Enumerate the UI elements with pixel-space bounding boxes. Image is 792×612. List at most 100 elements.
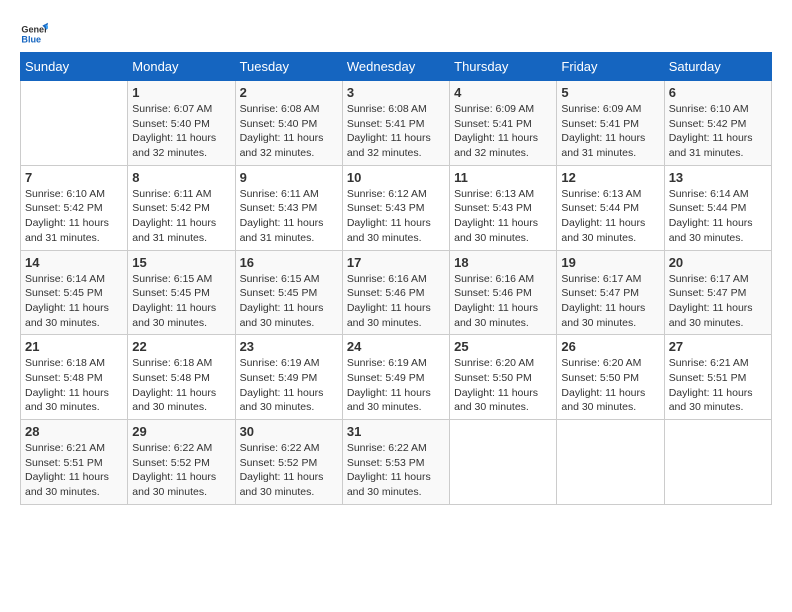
calendar-cell: 9 Sunrise: 6:11 AMSunset: 5:43 PMDaylight… [235, 165, 342, 250]
day-number: 7 [25, 170, 123, 185]
day-info: Sunrise: 6:21 AMSunset: 5:51 PMDaylight:… [25, 441, 123, 500]
page-header: General Blue [20, 20, 772, 48]
calendar-cell: 8 Sunrise: 6:11 AMSunset: 5:42 PMDaylight… [128, 165, 235, 250]
weekday-header-wednesday: Wednesday [342, 53, 449, 81]
day-number: 26 [561, 339, 659, 354]
weekday-header-friday: Friday [557, 53, 664, 81]
day-info: Sunrise: 6:19 AMSunset: 5:49 PMDaylight:… [240, 356, 338, 415]
day-info: Sunrise: 6:22 AMSunset: 5:52 PMDaylight:… [240, 441, 338, 500]
calendar-cell: 17Sunrise: 6:16 AMSunset: 5:46 PMDayligh… [342, 250, 449, 335]
calendar-table: SundayMondayTuesdayWednesdayThursdayFrid… [20, 52, 772, 505]
logo: General Blue [20, 20, 48, 48]
calendar-week-row: 1 Sunrise: 6:07 AMSunset: 5:40 PMDaylight… [21, 81, 772, 166]
day-number: 31 [347, 424, 445, 439]
day-number: 22 [132, 339, 230, 354]
calendar-cell [21, 81, 128, 166]
calendar-cell: 10 Sunrise: 6:12 AMSunset: 5:43 PMDayligh… [342, 165, 449, 250]
day-number: 24 [347, 339, 445, 354]
svg-text:Blue: Blue [21, 34, 41, 44]
calendar-cell: 31 Sunrise: 6:22 AMSunset: 5:53 PMDayligh… [342, 420, 449, 505]
calendar-week-row: 7 Sunrise: 6:10 AMSunset: 5:42 PMDaylight… [21, 165, 772, 250]
calendar-cell: 28 Sunrise: 6:21 AMSunset: 5:51 PMDayligh… [21, 420, 128, 505]
calendar-cell: 7 Sunrise: 6:10 AMSunset: 5:42 PMDaylight… [21, 165, 128, 250]
day-number: 27 [669, 339, 767, 354]
day-number: 2 [240, 85, 338, 100]
day-number: 13 [669, 170, 767, 185]
day-number: 30 [240, 424, 338, 439]
calendar-cell: 20 Sunrise: 6:17 AMSunset: 5:47 PMDayligh… [664, 250, 771, 335]
calendar-cell: 16Sunrise: 6:15 AMSunset: 5:45 PMDayligh… [235, 250, 342, 335]
day-info: Sunrise: 6:18 AMSunset: 5:48 PMDaylight:… [132, 356, 230, 415]
weekday-header-tuesday: Tuesday [235, 53, 342, 81]
day-number: 12 [561, 170, 659, 185]
calendar-cell: 27 Sunrise: 6:21 AMSunset: 5:51 PMDayligh… [664, 335, 771, 420]
calendar-cell [557, 420, 664, 505]
day-number: 23 [240, 339, 338, 354]
calendar-cell: 26 Sunrise: 6:20 AMSunset: 5:50 PMDayligh… [557, 335, 664, 420]
day-number: 18 [454, 255, 552, 270]
calendar-cell: 3Sunrise: 6:08 AMSunset: 5:41 PMDaylight… [342, 81, 449, 166]
calendar-cell: 12 Sunrise: 6:13 AMSunset: 5:44 PMDayligh… [557, 165, 664, 250]
calendar-header: SundayMondayTuesdayWednesdayThursdayFrid… [21, 53, 772, 81]
day-info: Sunrise: 6:11 AMSunset: 5:43 PMDaylight:… [240, 187, 338, 246]
day-number: 4 [454, 85, 552, 100]
day-number: 28 [25, 424, 123, 439]
day-info: Sunrise: 6:17 AMSunset: 5:47 PMDaylight:… [669, 272, 767, 331]
calendar-cell: 29Sunrise: 6:22 AMSunset: 5:52 PMDayligh… [128, 420, 235, 505]
day-number: 9 [240, 170, 338, 185]
weekday-header-sunday: Sunday [21, 53, 128, 81]
day-number: 17 [347, 255, 445, 270]
calendar-cell: 6Sunrise: 6:10 AMSunset: 5:42 PMDaylight… [664, 81, 771, 166]
day-number: 8 [132, 170, 230, 185]
calendar-cell: 21Sunrise: 6:18 AMSunset: 5:48 PMDayligh… [21, 335, 128, 420]
calendar-week-row: 28 Sunrise: 6:21 AMSunset: 5:51 PMDayligh… [21, 420, 772, 505]
day-number: 15 [132, 255, 230, 270]
weekday-header-thursday: Thursday [450, 53, 557, 81]
calendar-cell [664, 420, 771, 505]
day-number: 20 [669, 255, 767, 270]
calendar-cell: 24 Sunrise: 6:19 AMSunset: 5:49 PMDayligh… [342, 335, 449, 420]
calendar-week-row: 21 Sunrise: 6:18 AMSunset: 5:48 PMDayligh… [21, 335, 772, 420]
weekday-header-monday: Monday [128, 53, 235, 81]
day-number: 14 [25, 255, 123, 270]
day-info: Sunrise: 6:16 AMSunset: 5:46 PMDaylight:… [454, 272, 552, 331]
day-number: 1 [132, 85, 230, 100]
day-info: Sunrise: 6:08 AMSunset: 5:40 PMDaylight:… [240, 102, 338, 161]
day-info: Sunrise: 6:12 AMSunset: 5:43 PMDaylight:… [347, 187, 445, 246]
logo-icon: General Blue [20, 20, 48, 48]
calendar-cell: 5 Sunrise: 6:09 AMSunset: 5:41 PMDaylight… [557, 81, 664, 166]
calendar-cell: 18 Sunrise: 6:16 AMSunset: 5:46 PMDayligh… [450, 250, 557, 335]
calendar-cell: 13Sunrise: 6:14 AMSunset: 5:44 PMDayligh… [664, 165, 771, 250]
calendar-cell [450, 420, 557, 505]
calendar-cell: 30 Sunrise: 6:22 AMSunset: 5:52 PMDayligh… [235, 420, 342, 505]
day-number: 21 [25, 339, 123, 354]
day-info: Sunrise: 6:10 AMSunset: 5:42 PMDaylight:… [669, 102, 767, 161]
day-info: Sunrise: 6:22 AMSunset: 5:53 PMDaylight:… [347, 441, 445, 500]
day-number: 5 [561, 85, 659, 100]
day-info: Sunrise: 6:13 AMSunset: 5:44 PMDaylight:… [561, 187, 659, 246]
day-number: 10 [347, 170, 445, 185]
day-number: 11 [454, 170, 552, 185]
day-info: Sunrise: 6:07 AMSunset: 5:40 PMDaylight:… [132, 102, 230, 161]
day-number: 25 [454, 339, 552, 354]
calendar-cell: 25 Sunrise: 6:20 AMSunset: 5:50 PMDayligh… [450, 335, 557, 420]
day-info: Sunrise: 6:20 AMSunset: 5:50 PMDaylight:… [561, 356, 659, 415]
calendar-cell: 14 Sunrise: 6:14 AMSunset: 5:45 PMDayligh… [21, 250, 128, 335]
calendar-cell: 23 Sunrise: 6:19 AMSunset: 5:49 PMDayligh… [235, 335, 342, 420]
calendar-cell: 22 Sunrise: 6:18 AMSunset: 5:48 PMDayligh… [128, 335, 235, 420]
day-info: Sunrise: 6:09 AMSunset: 5:41 PMDaylight:… [561, 102, 659, 161]
day-info: Sunrise: 6:10 AMSunset: 5:42 PMDaylight:… [25, 187, 123, 246]
day-info: Sunrise: 6:19 AMSunset: 5:49 PMDaylight:… [347, 356, 445, 415]
day-info: Sunrise: 6:11 AMSunset: 5:42 PMDaylight:… [132, 187, 230, 246]
calendar-cell: 11Sunrise: 6:13 AMSunset: 5:43 PMDayligh… [450, 165, 557, 250]
day-info: Sunrise: 6:20 AMSunset: 5:50 PMDaylight:… [454, 356, 552, 415]
day-info: Sunrise: 6:14 AMSunset: 5:45 PMDaylight:… [25, 272, 123, 331]
calendar-cell: 2 Sunrise: 6:08 AMSunset: 5:40 PMDaylight… [235, 81, 342, 166]
day-info: Sunrise: 6:15 AMSunset: 5:45 PMDaylight:… [132, 272, 230, 331]
calendar-cell: 4Sunrise: 6:09 AMSunset: 5:41 PMDaylight… [450, 81, 557, 166]
day-info: Sunrise: 6:21 AMSunset: 5:51 PMDaylight:… [669, 356, 767, 415]
calendar-cell: 1 Sunrise: 6:07 AMSunset: 5:40 PMDaylight… [128, 81, 235, 166]
weekday-row: SundayMondayTuesdayWednesdayThursdayFrid… [21, 53, 772, 81]
day-number: 16 [240, 255, 338, 270]
calendar-body: 1 Sunrise: 6:07 AMSunset: 5:40 PMDaylight… [21, 81, 772, 505]
